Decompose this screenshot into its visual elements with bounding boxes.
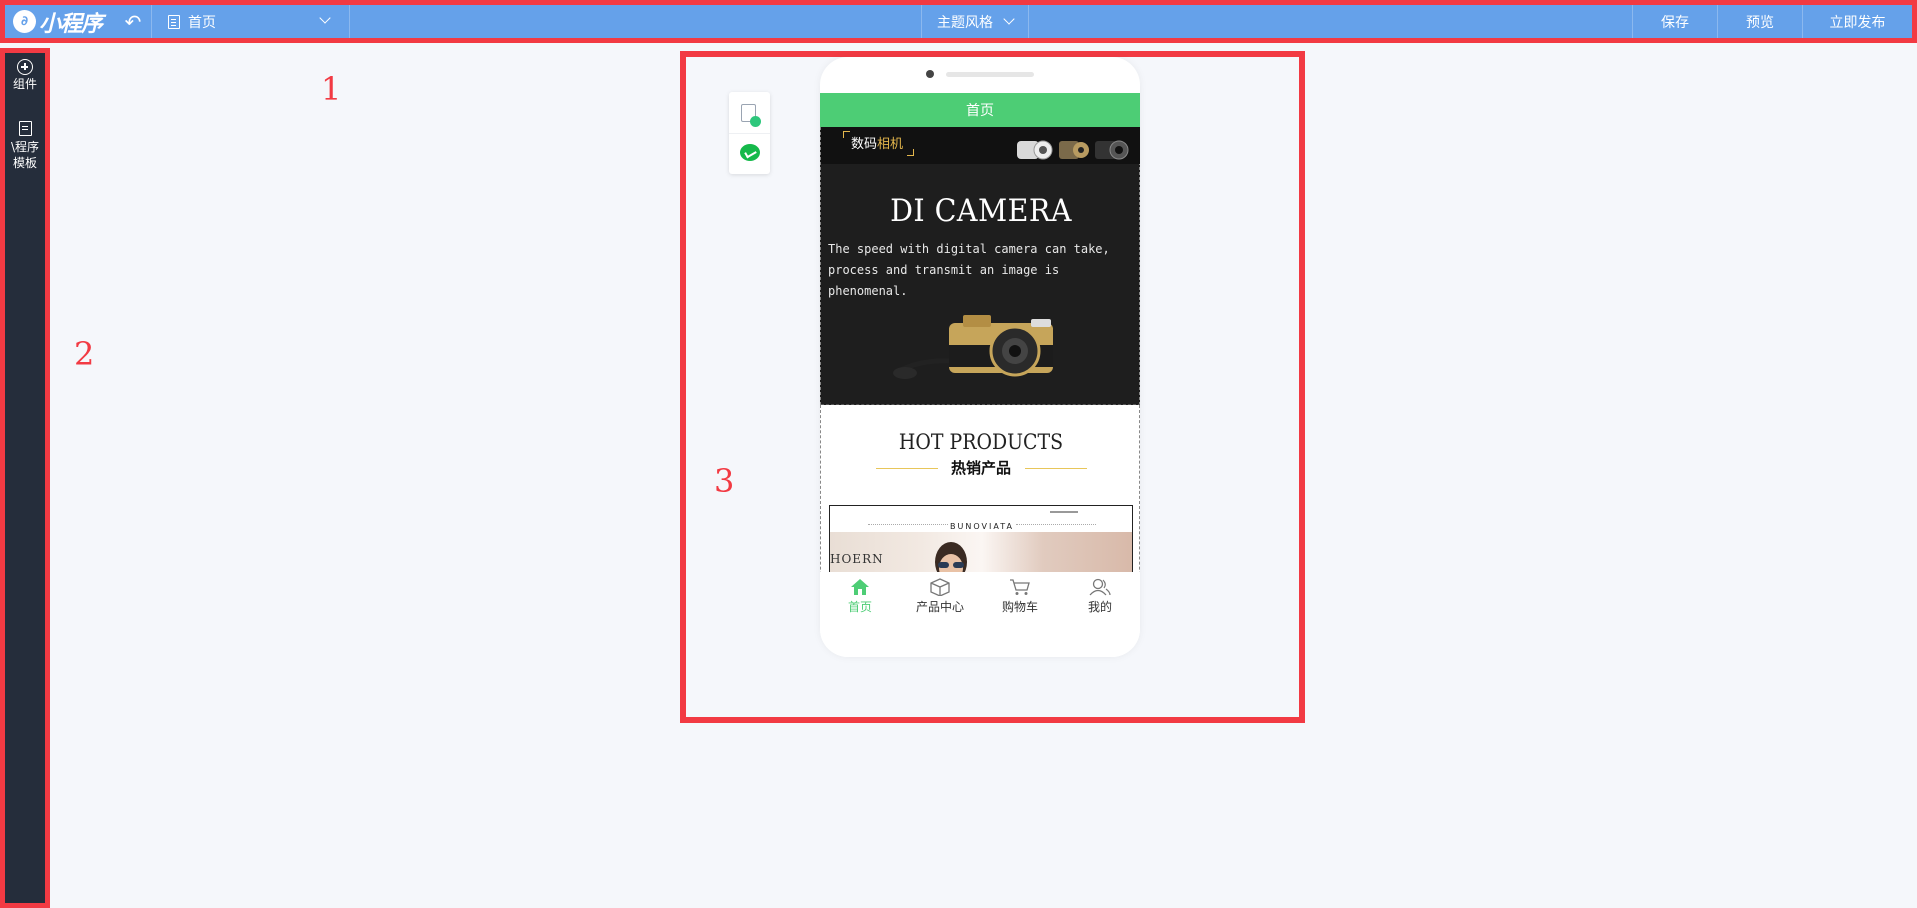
preview-button[interactable]: 预览: [1717, 5, 1802, 38]
undo-icon[interactable]: ↶: [115, 5, 151, 38]
sidebar-item-templates[interactable]: \程序 模板: [5, 121, 45, 171]
save-button[interactable]: 保存: [1632, 5, 1717, 38]
page-doc-icon: [168, 14, 180, 29]
sidebar-item-label-line1: \程序: [10, 140, 40, 154]
hero-description: The speed with digital camera can take, …: [828, 242, 1110, 298]
hot-products-section[interactable]: HOT PRODUCTS 热销产品 BUNOVIATA HOERN: [820, 405, 1140, 572]
banner-text: HOERN: [830, 552, 884, 566]
top-actions: 保存 预览 立即发布: [1632, 5, 1912, 38]
brand-highlight: 相机: [877, 137, 904, 152]
app-logo[interactable]: ∂ 小程序: [5, 5, 115, 38]
left-sidebar: 组件 \程序 模板: [0, 48, 50, 908]
hero-brand: 数码相机: [851, 133, 903, 152]
hero-brand-band: 数码相机: [821, 127, 1140, 164]
bracket-decoration: [907, 149, 914, 156]
tab-label: 购物车: [1001, 600, 1038, 614]
cart-icon: [1010, 579, 1030, 595]
section-title: HOT PRODUCTS: [898, 430, 1064, 454]
section-subtitle: 热销产品: [950, 459, 1011, 477]
chevron-down-icon: [319, 12, 331, 24]
sidebar-item-label: 组件: [12, 77, 37, 91]
tab-mine[interactable]: 我的: [1060, 572, 1140, 622]
preview-toolbox: [729, 92, 770, 174]
add-circle-icon: [17, 59, 33, 75]
user-icon: [1089, 578, 1111, 596]
box-icon: [930, 578, 950, 596]
theme-style-label: 主题风格: [937, 14, 993, 31]
title-rule-right: [1025, 468, 1087, 469]
brand-prefix: 数码: [851, 137, 878, 152]
top-toolbar: ∂ 小程序 ↶ 首页 主题风格 保存 预览 立即发布: [0, 0, 1917, 43]
phone-screen[interactable]: 数码相机 DI CAMERA The speed with digital ca…: [820, 127, 1140, 572]
lens-group-image: [1017, 140, 1129, 160]
wechat-icon[interactable]: [740, 144, 760, 161]
hero-section[interactable]: 数码相机 DI CAMERA The speed with digital ca…: [820, 127, 1140, 405]
tab-home[interactable]: 首页: [820, 572, 900, 622]
phone-bottom-bezel: [820, 622, 1140, 657]
publish-button[interactable]: 立即发布: [1802, 5, 1912, 38]
annotation-number-2: 2: [74, 335, 95, 373]
annotation-number-1: 1: [321, 70, 342, 108]
banner-top-text: [1050, 511, 1078, 513]
camera-image: [893, 315, 1053, 379]
page-check-icon[interactable]: [741, 104, 761, 127]
toolbox-divider: [729, 133, 770, 134]
tab-cart[interactable]: 购物车: [980, 572, 1060, 622]
theme-style-dropdown[interactable]: 主题风格: [921, 5, 1029, 38]
tab-label: 产品中心: [915, 600, 964, 614]
product-banner[interactable]: BUNOVIATA HOERN: [829, 505, 1133, 572]
sidebar-item-components[interactable]: 组件: [5, 59, 45, 92]
home-icon: [851, 579, 869, 595]
sidebar-item-label-line2: 模板: [12, 156, 37, 170]
tab-products[interactable]: 产品中心: [900, 572, 980, 622]
page-select-dropdown[interactable]: 首页: [152, 5, 349, 38]
logo-mark-icon: ∂: [13, 10, 36, 33]
tab-label: 我的: [1087, 600, 1112, 614]
chevron-down-icon: [1003, 13, 1015, 25]
bracket-decoration: [843, 131, 850, 138]
page-select-label: 首页: [188, 14, 216, 31]
toolbar-divider: [349, 5, 350, 38]
banner-nav-links: [1016, 524, 1096, 526]
bottom-tab-bar: 首页 产品中心 购物车 我的: [820, 572, 1140, 622]
tab-label: 首页: [847, 600, 872, 614]
phone-preview: 首页 数码相机 DI CAMERA The speed with digital…: [820, 57, 1140, 657]
mini-program-nav-title: 首页: [820, 93, 1140, 127]
speaker-bar: [946, 72, 1034, 77]
camera-dot: [926, 70, 934, 78]
template-file-icon: [18, 121, 32, 136]
hero-title: DI CAMERA: [890, 193, 1072, 229]
logo-text: 小程序: [39, 11, 103, 37]
model-face-image: [935, 542, 967, 572]
